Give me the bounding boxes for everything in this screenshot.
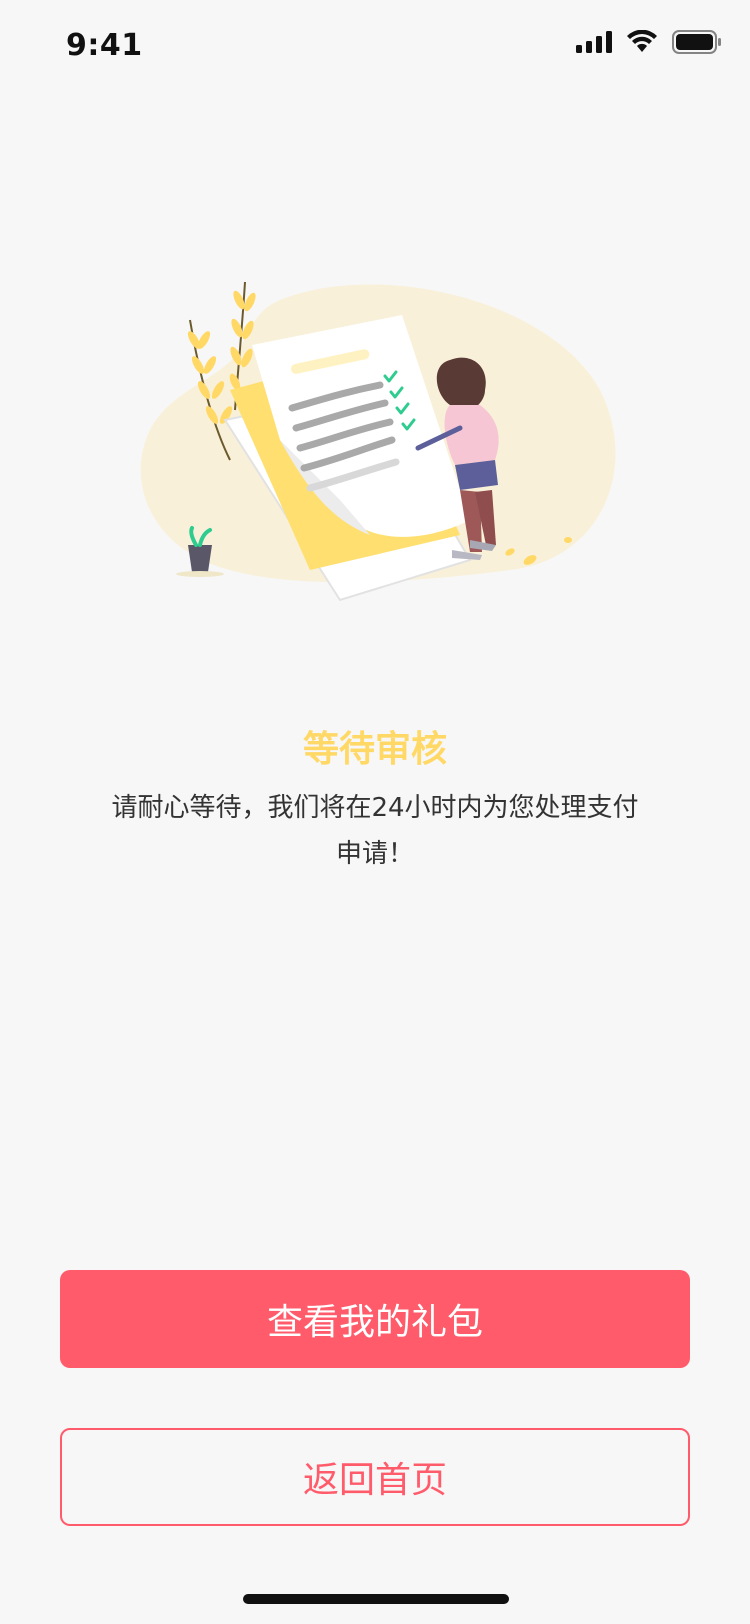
signal-icon [576,31,612,57]
wifi-icon [626,29,658,58]
battery-icon [672,30,722,58]
status-bar: 9:41 [0,0,750,90]
page-title: 等待审核 [302,729,447,770]
status-description: 请耐心等待，我们将在24小时内为您处理支付申请！ [111,793,639,869]
status-icons [576,29,722,58]
back-home-button[interactable]: 返回首页 [60,1428,690,1526]
document-review-illustration [130,270,630,630]
home-indicator[interactable] [243,1594,509,1604]
status-time: 9:41 [66,28,143,63]
view-gift-button[interactable]: 查看我的礼包 [60,1270,690,1368]
